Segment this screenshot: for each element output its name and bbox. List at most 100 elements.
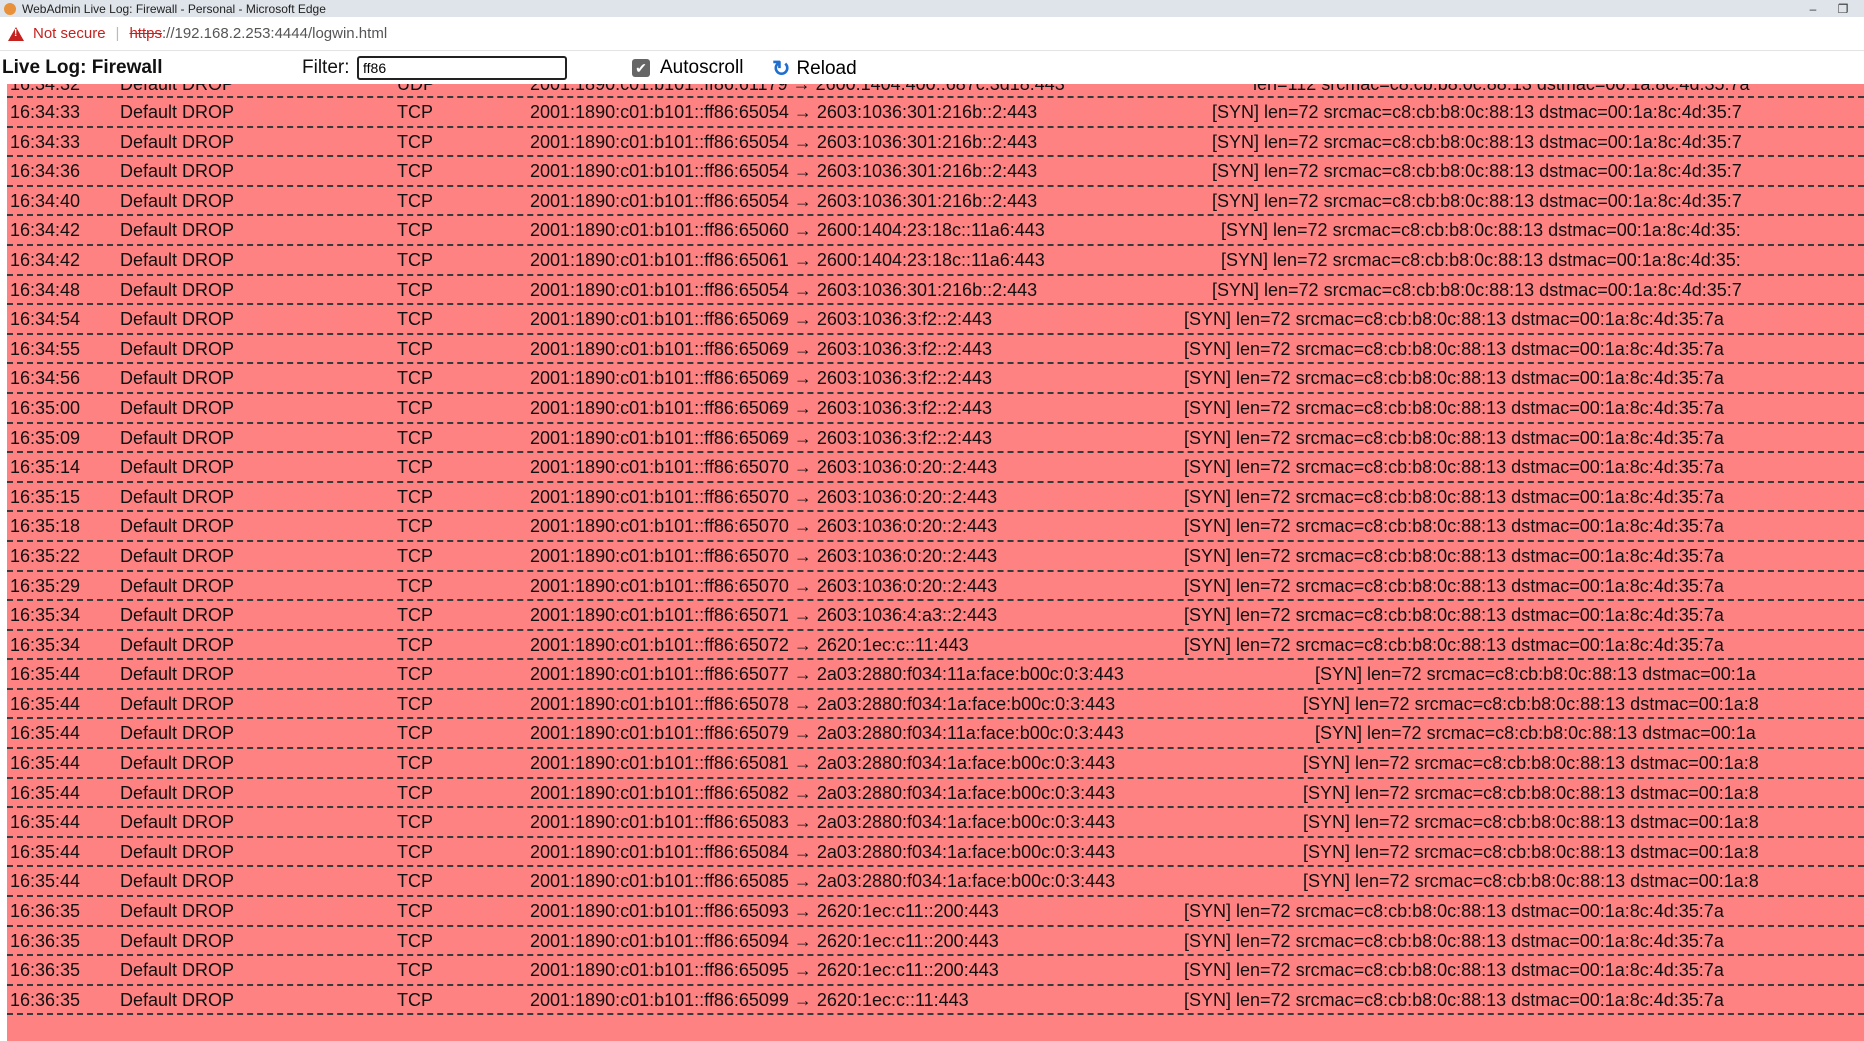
log-row: 16:35:44 Default DROP TCP 2001:1890:c01:b10… (7, 779, 1864, 809)
log-row: 16:36:35 Default DROP TCP 2001:1890:c01:b10… (7, 956, 1864, 986)
log-time: 16:34:40 (10, 190, 81, 211)
log-details: [SYN] len=72 srcmac=c8:cb:b8:0c:88:13 ds… (1184, 960, 1724, 981)
log-protocol: UDP (397, 84, 436, 94)
log-time: 16:36:35 (10, 930, 81, 951)
log-time: 16:35:15 (10, 486, 81, 507)
log-protocol: TCP (397, 901, 433, 922)
log-time: 16:35:44 (10, 871, 81, 892)
log-details: [SYN] len=72 srcmac=c8:cb:b8:0c:88:13 ds… (1315, 723, 1756, 744)
log-flow: 2001:1890:c01:b101::ff86:65093 → 2620:1e… (530, 901, 999, 922)
log-time: 16:34:54 (10, 309, 81, 330)
filter-input[interactable] (357, 56, 567, 80)
log-details: [SYN] len=72 srcmac=c8:cb:b8:0c:88:13 ds… (1184, 368, 1724, 389)
log-action: Default DROP (120, 664, 235, 685)
log-details: [SYN] len=72 srcmac=c8:cb:b8:0c:88:13 ds… (1184, 486, 1724, 507)
log-protocol: TCP (397, 634, 433, 655)
log-flow: 2001:1890:c01:b101::ff86:65060 → 2600:14… (530, 220, 1045, 241)
log-flow: 2001:1890:c01:b101::ff86:65070 → 2603:10… (530, 575, 998, 596)
reload-label: Reload (796, 58, 857, 79)
log-row: 16:34:42 Default DROP TCP 2001:1890:c01:b10… (7, 216, 1864, 246)
not-secure-label[interactable]: Not secure (33, 25, 106, 42)
filter-label: Filter: (302, 57, 350, 78)
log-time: 16:34:33 (10, 102, 81, 122)
log-details: [SYN] len=72 srcmac=c8:cb:b8:0c:88:13 ds… (1184, 605, 1724, 626)
address-bar[interactable]: Not secure | https ://192.168.2.253:4444… (0, 17, 1864, 51)
autoscroll-toggle[interactable]: ✔ Autoscroll (632, 57, 743, 79)
log-protocol: TCP (397, 960, 433, 981)
log-row: 16:35:18 Default DROP TCP 2001:1890:c01:b10… (7, 512, 1864, 542)
log-protocol: TCP (397, 812, 433, 833)
log-time: 16:36:35 (10, 989, 81, 1010)
window-controls: – ❐ (1798, 0, 1858, 17)
log-details: [SYN] len=72 srcmac=c8:cb:b8:0c:88:13 ds… (1184, 457, 1724, 478)
log-action: Default DROP (120, 279, 235, 300)
log-protocol: TCP (397, 161, 433, 182)
log-protocol: TCP (397, 338, 433, 359)
log-protocol: TCP (397, 279, 433, 300)
minimize-button[interactable]: – (1798, 2, 1828, 16)
log-action: Default DROP (120, 871, 235, 892)
log-action: Default DROP (120, 220, 235, 241)
log-details: [SYN] len=72 srcmac=c8:cb:b8:0c:88:13 ds… (1303, 871, 1759, 892)
log-row: 16:35:09 Default DROP TCP 2001:1890:c01:b10… (7, 424, 1864, 454)
reload-button[interactable]: ↻ Reload (772, 56, 857, 82)
log-protocol: TCP (397, 516, 433, 537)
log-details: [SYN] len=72 srcmac=c8:cb:b8:0c:88:13 ds… (1221, 220, 1741, 241)
autoscroll-label: Autoscroll (660, 57, 744, 78)
log-protocol: TCP (397, 249, 433, 270)
log-time: 16:35:29 (10, 575, 81, 596)
log-list[interactable]: 16:34:32 Default DROP UDP 2001:1890:c01:b10… (7, 84, 1864, 1041)
log-flow: 2001:1890:c01:b101::ff86:65061 → 2600:14… (530, 249, 1045, 270)
log-protocol: TCP (397, 427, 433, 448)
log-action: Default DROP (120, 753, 235, 774)
log-flow: 2001:1890:c01:b101::ff86:65054 → 2603:10… (530, 102, 1038, 122)
log-protocol: TCP (397, 486, 433, 507)
log-details: [SYN] len=72 srcmac=c8:cb:b8:0c:88:13 ds… (1212, 279, 1742, 300)
log-flow: 2001:1890:c01:b101::ff86:65095 → 2620:1e… (530, 960, 999, 981)
window-title: WebAdmin Live Log: Firewall - Personal -… (22, 1, 326, 16)
log-action: Default DROP (120, 693, 235, 714)
log-action: Default DROP (120, 545, 235, 566)
log-row: 16:34:54 Default DROP TCP 2001:1890:c01:b10… (7, 305, 1864, 335)
log-details: [SYN] len=72 srcmac=c8:cb:b8:0c:88:13 ds… (1303, 812, 1759, 833)
log-flow: 2001:1890:c01:b101::ff86:65094 → 2620:1e… (530, 930, 999, 951)
log-protocol: TCP (397, 131, 433, 152)
log-details: [SYN] len=72 srcmac=c8:cb:b8:0c:88:13 ds… (1221, 249, 1741, 270)
log-row: 16:35:15 Default DROP TCP 2001:1890:c01:b10… (7, 483, 1864, 513)
address-separator: | (115, 25, 120, 42)
log-action: Default DROP (120, 397, 235, 418)
log-details: [SYN] len=72 srcmac=c8:cb:b8:0c:88:13 ds… (1184, 338, 1724, 359)
log-action: Default DROP (120, 516, 235, 537)
log-action: Default DROP (120, 901, 235, 922)
log-details: [SYN] len=72 srcmac=c8:cb:b8:0c:88:13 ds… (1184, 516, 1724, 537)
log-row: 16:34:56 Default DROP TCP 2001:1890:c01:b10… (7, 364, 1864, 394)
log-action: Default DROP (120, 457, 235, 478)
log-row: 16:35:44 Default DROP TCP 2001:1890:c01:b10… (7, 749, 1864, 779)
log-row: 16:35:44 Default DROP TCP 2001:1890:c01:b10… (7, 690, 1864, 720)
log-details: [SYN] len=72 srcmac=c8:cb:b8:0c:88:13 ds… (1184, 427, 1724, 448)
log-action: Default DROP (120, 309, 235, 330)
restore-button[interactable]: ❐ (1828, 2, 1858, 16)
log-row: 16:36:35 Default DROP TCP 2001:1890:c01:b10… (7, 927, 1864, 957)
log-toolbar: Live Log: Firewall Filter: ✔ Autoscroll … (0, 52, 1864, 84)
log-details: len=112 srcmac=c8:cb:b8:0c:88:13 dstmac=… (1253, 84, 1750, 94)
log-flow: 2001:1890:c01:b101::ff86:65054 → 2603:10… (530, 161, 1038, 182)
log-time: 16:35:22 (10, 545, 81, 566)
log-flow: 2001:1890:c01:b101::ff86:65069 → 2603:10… (530, 397, 993, 418)
log-flow: 2001:1890:c01:b101::ff86:65077 → 2a03:28… (530, 664, 1124, 685)
log-action: Default DROP (120, 989, 235, 1010)
warning-icon[interactable] (8, 26, 24, 41)
log-details: [SYN] len=72 srcmac=c8:cb:b8:0c:88:13 ds… (1184, 545, 1724, 566)
log-row: 16:35:44 Default DROP TCP 2001:1890:c01:b10… (7, 867, 1864, 898)
log-action: Default DROP (120, 161, 235, 182)
autoscroll-checkbox[interactable]: ✔ (632, 59, 650, 77)
log-flow: 2001:1890:c01:b101::ff86:65083 → 2a03:28… (530, 812, 1116, 833)
log-action: Default DROP (120, 249, 235, 270)
log-time: 16:35:09 (10, 427, 81, 448)
log-time: 16:36:35 (10, 960, 81, 981)
log-flow: 2001:1890:c01:b101::ff86:65071 → 2603:10… (530, 605, 998, 626)
log-details: [SYN] len=72 srcmac=c8:cb:b8:0c:88:13 ds… (1303, 782, 1759, 803)
log-time: 16:35:44 (10, 812, 81, 833)
url-path[interactable]: ://192.168.2.253:4444/logwin.html (162, 25, 387, 42)
url-scheme[interactable]: https (129, 25, 162, 42)
